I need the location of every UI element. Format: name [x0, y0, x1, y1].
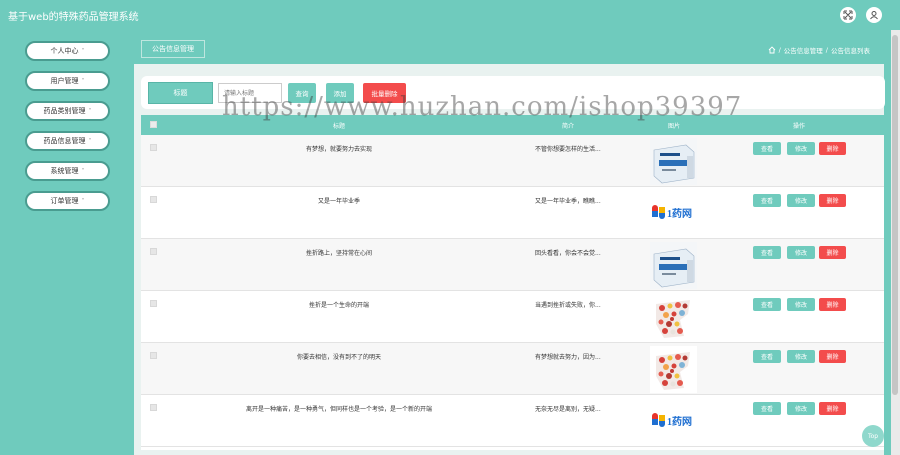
table-row: 挫折路上，坚持常在心间 回头看看，你会不会觉... 查看 修改 删除 — [141, 239, 884, 291]
chevron-down-icon: ˅ — [81, 167, 85, 175]
sidebar-item-label: 药品类别管理 — [43, 107, 86, 115]
announcement-table: 标题 简介 图片 操作 有梦想，就要努力去实现 不管你想要怎样的生活... 查看 修改… — [141, 115, 884, 450]
back-to-top-button[interactable]: Top — [862, 425, 884, 447]
scrollbar-thumb[interactable] — [892, 35, 898, 395]
table-row: 又是一年毕业季 又是一年毕业季，瞧瞧... 1药网 查看 修改 删除 — [141, 187, 884, 239]
sidebar-item-system[interactable]: 系统管理 ˅ — [25, 161, 110, 181]
edit-button[interactable]: 修改 — [787, 142, 815, 155]
row-checkbox[interactable] — [150, 248, 157, 255]
delete-button[interactable]: 删除 — [819, 350, 846, 363]
row-checkbox[interactable] — [150, 300, 157, 307]
breadcrumb-level1[interactable]: 公告信息管理 — [784, 45, 823, 55]
sidebar — [0, 30, 134, 455]
view-button[interactable]: 查看 — [753, 298, 781, 311]
chevron-down-icon: ˅ — [81, 197, 85, 205]
app-title: 基于web的特殊药品管理系统 — [8, 12, 139, 23]
row-checkbox[interactable] — [150, 404, 157, 411]
edit-button[interactable]: 修改 — [787, 298, 815, 311]
delete-button[interactable]: 删除 — [819, 142, 846, 155]
row-image — [650, 138, 697, 185]
cell-intro: 当遇到挫折或失败，你... — [535, 302, 601, 309]
row-checkbox[interactable] — [150, 352, 157, 359]
edit-button[interactable]: 修改 — [787, 402, 815, 415]
row-image: 1药网 — [650, 190, 697, 237]
cell-title: 你要去相信，没有到不了的明天 — [296, 354, 382, 361]
view-button[interactable]: 查看 — [753, 194, 781, 207]
cell-intro: 又是一年毕业季，瞧瞧... — [535, 198, 601, 205]
sidebar-item-label: 订单管理 — [50, 197, 79, 205]
sidebar-item-drug-info[interactable]: 药品信息管理 ˅ — [25, 131, 110, 151]
chevron-down-icon: ˅ — [88, 137, 92, 145]
chevron-down-icon: ˅ — [81, 47, 85, 55]
svg-text:1药网: 1药网 — [667, 415, 692, 428]
header-image: 图片 — [667, 123, 681, 130]
table-row: 有梦想，就要努力去实现 不管你想要怎样的生活... 查看 修改 删除 — [141, 135, 884, 187]
row-image: 1药网 — [650, 398, 697, 445]
sidebar-item-label: 用户管理 — [50, 77, 79, 85]
delete-button[interactable]: 删除 — [819, 194, 846, 207]
delete-button[interactable]: 删除 — [819, 402, 846, 415]
sidebar-item-label: 个人中心 — [50, 47, 79, 55]
table-row: 挫折是一个生命的开端 当遇到挫折或失败，你... 查看 修改 删除 — [141, 291, 884, 343]
delete-button[interactable]: 删除 — [819, 246, 846, 259]
view-button[interactable]: 查看 — [753, 350, 781, 363]
cell-intro: 回头看看，你会不会觉... — [535, 250, 601, 257]
cell-title: 挫折路上，坚持常在心间 — [305, 250, 373, 257]
delete-button[interactable]: 删除 — [819, 298, 846, 311]
table-row: 离开是一种痛苦，是一种勇气，但同样也是一个考验，是一个新的开端 无奈无尽是离别，无… — [141, 395, 884, 447]
cell-intro: 不管你想要怎样的生活... — [535, 146, 601, 153]
chevron-down-icon: ˅ — [81, 77, 85, 85]
sidebar-item-orders[interactable]: 订单管理 ˅ — [25, 191, 110, 211]
sidebar-item-personal-center[interactable]: 个人中心 ˅ — [25, 41, 110, 61]
row-image — [650, 242, 697, 289]
select-all-checkbox[interactable] — [150, 121, 157, 128]
header-intro: 简介 — [561, 123, 575, 130]
breadcrumb: / 公告信息管理 / 公告信息列表 — [768, 45, 870, 55]
section-button[interactable]: 公告信息管理 — [141, 40, 205, 58]
table-row: 你要去相信，没有到不了的明天 有梦想就去努力，因为... 查看 修改 删除 — [141, 343, 884, 395]
cell-title: 又是一年毕业季 — [317, 198, 361, 205]
row-image — [650, 346, 697, 393]
view-button[interactable]: 查看 — [753, 246, 781, 259]
sidebar-item-label: 药品信息管理 — [43, 137, 86, 145]
breadcrumb-level2: 公告信息列表 — [831, 47, 870, 55]
edit-button[interactable]: 修改 — [787, 350, 815, 363]
cell-intro: 有梦想就去努力，因为... — [535, 354, 601, 361]
search-label: 标题 — [148, 82, 213, 104]
watermark-text: https://www.huzhan.com/ishop39397 — [222, 92, 743, 122]
row-checkbox[interactable] — [150, 144, 157, 151]
edit-button[interactable]: 修改 — [787, 246, 815, 259]
breadcrumb-separator: / — [825, 46, 828, 54]
cell-intro: 无奈无尽是离别，无疑... — [535, 406, 601, 413]
edit-button[interactable]: 修改 — [787, 194, 815, 207]
sidebar-item-label: 系统管理 — [50, 167, 79, 175]
content-header: 公告信息管理 / 公告信息管理 / 公告信息列表 — [134, 34, 884, 64]
sidebar-item-drug-category[interactable]: 药品类别管理 ˅ — [25, 101, 110, 121]
cell-title: 离开是一种痛苦，是一种勇气，但同样也是一个考验，是一个新的开端 — [245, 406, 433, 413]
header-actions: 操作 — [792, 123, 806, 130]
row-checkbox[interactable] — [150, 196, 157, 203]
sidebar-item-users[interactable]: 用户管理 ˅ — [25, 71, 110, 91]
breadcrumb-separator: / — [778, 46, 781, 54]
top-bar: 基于web的特殊药品管理系统 — [0, 0, 900, 30]
home-icon[interactable] — [768, 46, 776, 54]
user-icon[interactable] — [866, 7, 882, 23]
view-button[interactable]: 查看 — [753, 402, 781, 415]
expand-icon[interactable] — [840, 7, 856, 23]
header-title: 标题 — [332, 123, 346, 130]
row-image — [650, 294, 697, 341]
cell-title: 有梦想，就要努力去实现 — [305, 146, 373, 153]
svg-text:1药网: 1药网 — [667, 207, 692, 220]
chevron-down-icon: ˅ — [88, 107, 92, 115]
view-button[interactable]: 查看 — [753, 142, 781, 155]
cell-title: 挫折是一个生命的开端 — [308, 302, 370, 309]
